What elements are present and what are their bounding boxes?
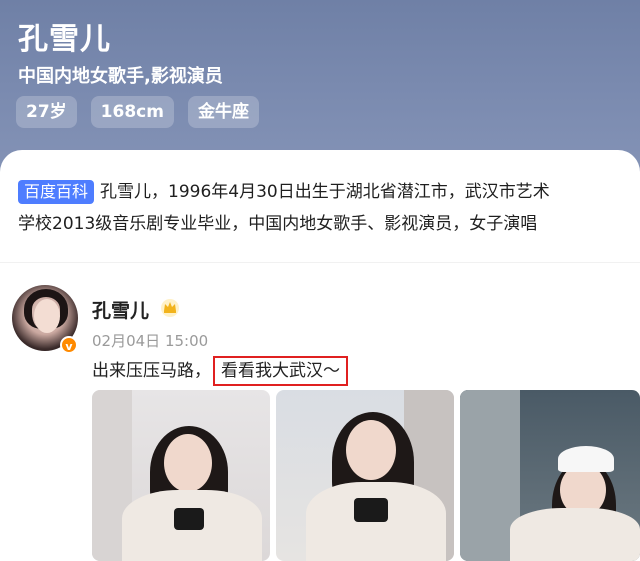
post-photo-1[interactable] — [92, 390, 270, 561]
tag-zodiac: 金牛座 — [187, 96, 259, 128]
post-photo-2[interactable] — [276, 390, 454, 561]
profile-header: 孔雪儿 中国内地女歌手,影视演员 27岁 168cm 金牛座 — [0, 0, 640, 175]
verified-icon: v — [60, 336, 78, 354]
divider — [0, 262, 640, 263]
baike-intro[interactable]: 百度百科 孔雪儿，1996年4月30日出生于湖北省潜江市，武汉市艺术 学校2013… — [18, 176, 633, 240]
post-time: 02月04日 15:00 — [92, 332, 209, 350]
post-text: 出来压压马路， 看看我大武汉～ — [92, 356, 348, 386]
tag-age: 27岁 — [16, 96, 77, 128]
intro-line-1: 孔雪儿，1996年4月30日出生于湖北省潜江市，武汉市艺术 — [100, 182, 550, 202]
tag-height: 168cm — [90, 96, 174, 128]
content-card: 百度百科 孔雪儿，1996年4月30日出生于湖北省潜江市，武汉市艺术 学校2013… — [0, 150, 640, 561]
intro-line-2: 学校2013级音乐剧专业毕业，中国内地女歌手、影视演员，女子演唱 — [18, 214, 538, 234]
baike-badge[interactable]: 百度百科 — [18, 180, 95, 204]
post-photo-3[interactable] — [460, 390, 640, 561]
crown-icon — [161, 299, 179, 317]
profile-name: 孔雪儿 — [18, 22, 111, 57]
profile-subtitle: 中国内地女歌手,影视演员 — [18, 66, 223, 87]
profile-tags: 27岁 168cm 金牛座 — [16, 96, 259, 128]
post-text-plain: 出来压压马路， — [92, 361, 211, 381]
post-author[interactable]: 孔雪儿 — [92, 296, 149, 323]
post-text-highlight: 看看我大武汉～ — [213, 356, 348, 386]
